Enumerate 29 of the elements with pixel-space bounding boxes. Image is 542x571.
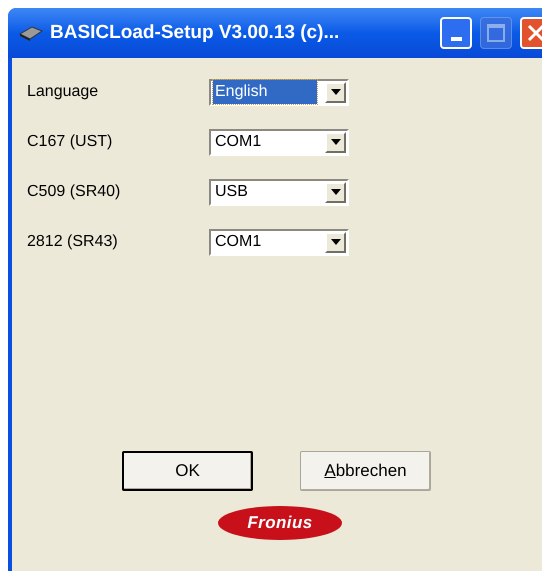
- window-title: BASICLoad-Setup V3.00.13 (c)...: [50, 20, 340, 45]
- minimize-icon: [450, 37, 462, 41]
- dropdown-value: English: [213, 80, 317, 104]
- cancel-button[interactable]: Abbrechen: [300, 451, 431, 491]
- field-label: Language: [27, 82, 100, 102]
- dropdown[interactable]: COM1: [209, 228, 349, 256]
- caret-icon: [330, 239, 340, 245]
- dropdown[interactable]: USB: [209, 178, 349, 206]
- chip-icon: [18, 25, 44, 41]
- caret-icon: [330, 139, 340, 145]
- logo-text: Fronius: [247, 512, 313, 534]
- maximize-icon: [487, 24, 505, 42]
- minimize-button[interactable]: [440, 17, 472, 49]
- dropdown-value: COM1: [215, 132, 262, 152]
- dropdown[interactable]: English: [209, 78, 349, 106]
- dropdown-button[interactable]: [325, 132, 346, 152]
- caret-icon: [330, 189, 340, 195]
- field-label: C167 (UST): [27, 132, 114, 152]
- dropdown-value: USB: [215, 182, 248, 202]
- dropdown-button[interactable]: [325, 182, 346, 202]
- dropdown-button[interactable]: [325, 232, 346, 252]
- field-label: C509 (SR40): [27, 182, 122, 202]
- caret-icon: [330, 89, 340, 95]
- dropdown[interactable]: COM1: [209, 128, 349, 156]
- field-label: 2812 (SR43): [27, 232, 119, 252]
- dropdown-value: COM1: [215, 232, 262, 252]
- dropdown-button[interactable]: [325, 82, 346, 102]
- ok-button[interactable]: OK: [122, 451, 253, 491]
- close-icon: [527, 24, 542, 42]
